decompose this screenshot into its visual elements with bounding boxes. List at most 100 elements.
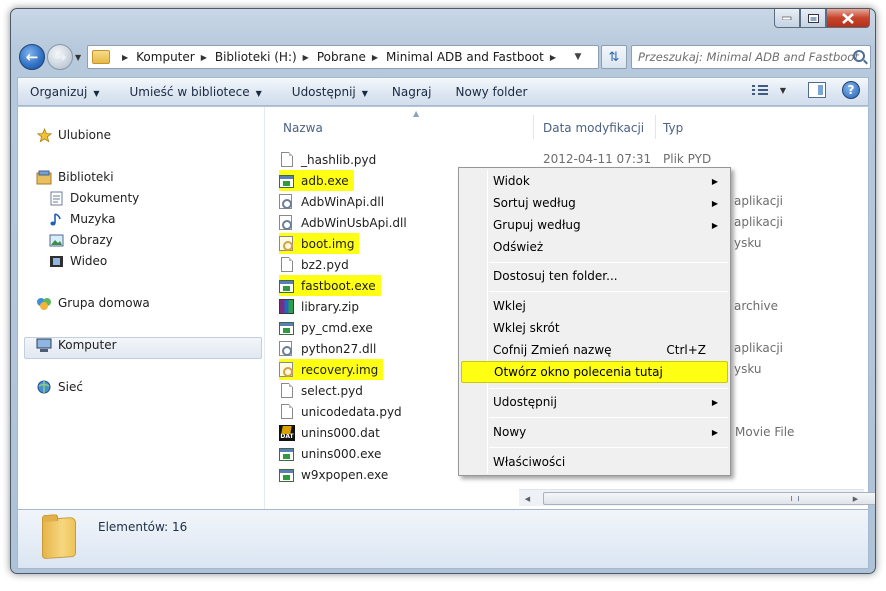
menu-item-sort-by[interactable]: Sortuj według ▶ (461, 192, 728, 214)
data-file-icon: DAT (279, 424, 295, 441)
nav-item-pictures[interactable]: Obrazy (48, 232, 113, 248)
file-name: library.zip (301, 299, 359, 314)
menu-item-group-by[interactable]: Grupuj według ▶ (461, 214, 728, 236)
nav-item-documents[interactable]: Dokumenty (48, 190, 139, 206)
column-header-name[interactable]: Nazwa (283, 121, 323, 135)
menu-item-share-with[interactable]: Udostępnij ▶ (461, 391, 728, 413)
forward-button[interactable]: → (47, 44, 73, 70)
nav-item-libraries[interactable]: Biblioteki (36, 169, 114, 185)
menu-item-undo-rename[interactable]: Cofnij Zmień nazwę Ctrl+Z (461, 339, 728, 361)
file-row[interactable]: _hashlib.pyd (279, 149, 378, 170)
chevron-down-icon: ▼ (361, 88, 368, 98)
breadcrumb-current-folder[interactable]: Minimal ADB and Fastboot (386, 50, 544, 64)
view-dropdown-icon[interactable]: ▼ (780, 86, 786, 95)
file-row[interactable]: python27.dll (279, 338, 378, 359)
search-input[interactable]: Przeszukaj: Minimal ADB and Fastboot (631, 45, 871, 69)
refresh-button[interactable]: ⇅ (601, 45, 627, 69)
back-button[interactable]: ← (19, 44, 45, 70)
close-button[interactable] (826, 9, 870, 28)
nav-label: Ulubione (58, 128, 112, 142)
documents-icon (48, 190, 64, 206)
application-icon (279, 446, 295, 462)
file-row[interactable]: bz2.pyd (279, 254, 351, 275)
library-icon (36, 169, 52, 185)
file-icon (279, 151, 295, 168)
scrollbar-thumb[interactable] (543, 492, 875, 505)
chevron-right-icon[interactable]: ▶ (550, 53, 556, 62)
chevron-right-icon[interactable]: ▶ (201, 53, 207, 62)
file-name: py_cmd.exe (301, 320, 373, 335)
file-row[interactable]: AdbWinApi.dll (279, 191, 386, 212)
pictures-icon (48, 232, 64, 248)
address-history-dropdown[interactable]: ▼ (575, 52, 582, 62)
share-button[interactable]: Udostępnij ▼ (280, 85, 380, 99)
file-row[interactable]: recovery.img (279, 359, 384, 380)
details-pane: Elementów: 16 (17, 509, 869, 569)
scroll-right-icon[interactable]: ▶ (847, 490, 864, 507)
menu-label: Nowy (493, 425, 527, 439)
file-row[interactable]: adb.exe (279, 170, 354, 191)
menu-item-paste-shortcut[interactable]: Wklej skrót (461, 317, 728, 339)
dll-icon (279, 340, 295, 357)
burn-button[interactable]: Nagraj (380, 85, 444, 99)
file-type: aplikacji (734, 215, 783, 229)
file-name: python27.dll (301, 341, 377, 356)
file-row[interactable]: AdbWinUsbApi.dll (279, 212, 409, 233)
recent-pages-dropdown[interactable]: ▼ (75, 53, 81, 62)
network-icon (36, 379, 52, 395)
chevron-right-icon[interactable]: ▶ (303, 53, 309, 62)
file-row[interactable]: w9xpopen.exe (279, 464, 390, 485)
view-options-icon[interactable] (751, 83, 770, 97)
include-library-label: Umieść w bibliotece (129, 84, 250, 99)
chevron-right-icon[interactable]: ▶ (122, 53, 128, 62)
nav-item-music[interactable]: Muzyka (48, 211, 115, 227)
folder-icon (42, 516, 76, 560)
menu-item-new[interactable]: Nowy ▶ (461, 421, 728, 443)
scroll-left-icon[interactable]: ◀ (519, 490, 536, 507)
nav-item-computer[interactable]: Komputer (36, 337, 117, 353)
nav-item-favorites[interactable]: Ulubione (36, 127, 111, 143)
include-in-library-button[interactable]: Umieść w bibliotece ▼ (117, 85, 273, 99)
organize-button[interactable]: Organizuj ▼ (18, 85, 111, 99)
nav-item-network[interactable]: Sieć (36, 379, 83, 395)
file-row[interactable]: library.zip (279, 296, 361, 317)
file-name: AdbWinApi.dll (301, 194, 385, 209)
menu-label: Udostępnij (493, 395, 557, 409)
file-row[interactable]: unicodedata.pyd (279, 401, 404, 422)
menu-item-properties[interactable]: Właściwości (461, 451, 728, 473)
breadcrumb-libraries[interactable]: Biblioteki (H:) (215, 50, 297, 64)
file-row[interactable]: DAT unins000.dat (279, 422, 382, 443)
nav-item-videos[interactable]: Wideo (48, 253, 107, 269)
caption-buttons (774, 9, 870, 28)
file-icon (279, 382, 295, 399)
minimize-button[interactable] (774, 9, 800, 28)
new-folder-button[interactable]: Nowy folder (444, 85, 540, 99)
help-icon[interactable]: ? (842, 81, 860, 99)
menu-item-customize-folder[interactable]: Dostosuj ten folder... (461, 265, 728, 287)
archive-icon (279, 298, 295, 315)
file-row[interactable]: select.pyd (279, 380, 365, 401)
column-header-type[interactable]: Typ (663, 121, 683, 135)
submenu-arrow-icon: ▶ (711, 220, 718, 230)
menu-item-paste[interactable]: Wklej (461, 295, 728, 317)
file-row[interactable]: unins000.exe (279, 443, 383, 464)
menu-item-open-command-window[interactable]: Otwórz okno polecenia tutaj (461, 361, 728, 383)
maximize-button[interactable] (800, 9, 826, 28)
horizontal-scrollbar[interactable]: ◀ ▶ (519, 489, 875, 507)
breadcrumb-downloads[interactable]: Pobrane (317, 50, 366, 64)
file-type: Movie File (735, 425, 795, 439)
preview-pane-icon[interactable] (808, 82, 826, 98)
menu-label: Sortuj według (493, 196, 576, 210)
nav-item-homegroup[interactable]: Grupa domowa (36, 295, 150, 311)
column-header-date[interactable]: Data modyfikacji (543, 121, 644, 135)
file-icon (279, 403, 295, 420)
menu-item-view[interactable]: Widok ▶ (461, 170, 728, 192)
chevron-right-icon[interactable]: ▶ (372, 53, 378, 62)
chevron-down-icon: ▼ (93, 88, 100, 98)
file-row[interactable]: fastboot.exe (279, 275, 381, 296)
breadcrumb-computer[interactable]: Komputer (136, 50, 195, 64)
address-bar[interactable]: ▶ Komputer ▶ Biblioteki (H:) ▶ Pobrane ▶ Min… (87, 45, 599, 69)
file-row[interactable]: py_cmd.exe (279, 317, 375, 338)
file-row[interactable]: boot.img (279, 233, 360, 254)
menu-item-refresh[interactable]: Odśwież (461, 236, 728, 258)
